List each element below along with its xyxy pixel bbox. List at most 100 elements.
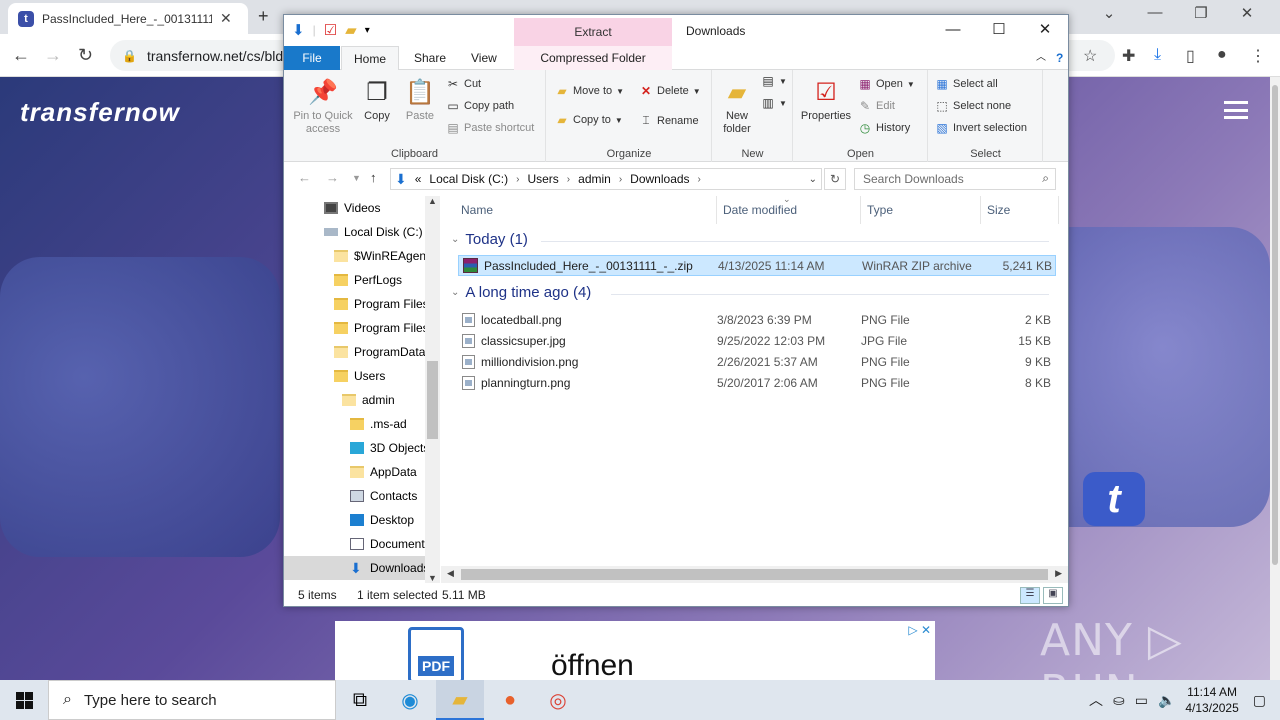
ethernet-icon[interactable]: ▭ — [1135, 692, 1148, 709]
breadcrumb-item[interactable]: Users — [527, 172, 558, 186]
transfernow-logo[interactable]: transfernow — [20, 97, 180, 128]
file-row[interactable]: milliondivision.png 2/26/2021 5:37 AM PN… — [458, 351, 1056, 372]
menu-icon[interactable]: ⋮ — [1250, 46, 1266, 66]
history-button[interactable]: ◷ History — [858, 121, 910, 135]
delete-button[interactable]: ✕ Delete ▼ — [639, 84, 701, 98]
network-icon[interactable]: ⛀ — [1113, 692, 1125, 709]
hamburger-menu-icon[interactable] — [1224, 101, 1248, 119]
nav-item-3d-objects[interactable]: 3D Objects — [284, 436, 426, 460]
ad-banner[interactable]: PDF öffnen ▷ ✕ — [335, 621, 935, 683]
large-icons-view-icon[interactable]: ▣ — [1043, 587, 1063, 604]
nav-item-documents[interactable]: Documents — [284, 532, 426, 556]
volume-icon[interactable]: 🔈 — [1158, 692, 1175, 709]
file-list-hscrollbar[interactable]: ◀ ▶ — [441, 566, 1068, 583]
nav-item-appdata[interactable]: AppData — [284, 460, 426, 484]
scroll-down-icon[interactable]: ▼ — [428, 573, 437, 583]
back-icon[interactable]: ← — [12, 45, 30, 66]
clock[interactable]: 11:14 AM 4/13/2025 — [1185, 684, 1238, 716]
tab-view[interactable]: View — [459, 46, 509, 70]
profile-icon[interactable]: ● — [1217, 46, 1227, 64]
forward-icon[interactable]: → — [326, 170, 339, 185]
easy-access-button[interactable]: ▥ ▼ — [761, 96, 787, 110]
ad-close-icon[interactable]: ▷ ✕ — [908, 623, 931, 637]
details-view-icon[interactable]: ☰ — [1020, 587, 1040, 604]
task-view-icon[interactable]: ⧉ — [336, 680, 384, 720]
breadcrumb-separator-icon[interactable]: › — [698, 174, 701, 185]
chevron-down-icon[interactable]: ⌄ — [451, 234, 459, 245]
bookmark-star-icon[interactable]: ☆ — [1083, 46, 1097, 66]
nav-pane-scrollbar[interactable]: ▲ ▼ — [425, 196, 440, 583]
file-row[interactable]: locatedball.png 3/8/2023 6:39 PM PNG Fil… — [458, 309, 1056, 330]
new-tab-button[interactable]: + — [258, 6, 269, 27]
close-button[interactable]: ✕ — [1224, 4, 1270, 22]
select-all-button[interactable]: ▦ Select all — [935, 77, 997, 91]
select-none-button[interactable]: ⬚ Select none — [935, 99, 1011, 113]
paste-shortcut-button[interactable]: ▤ Paste shortcut — [446, 121, 534, 135]
nav-item-program-files[interactable]: Program Files — [284, 292, 426, 316]
breadcrumb-item[interactable]: Downloads — [630, 172, 689, 186]
notifications-icon[interactable]: ▢ — [1253, 692, 1266, 709]
invert-selection-button[interactable]: ▧ Invert selection — [935, 121, 1027, 135]
start-button[interactable] — [0, 680, 48, 720]
refresh-button[interactable]: ↻ — [824, 168, 846, 190]
page-scrollbar[interactable] — [1270, 77, 1280, 680]
firefox-icon[interactable]: ● — [486, 680, 534, 720]
nav-item-programdata[interactable]: ProgramData — [284, 340, 426, 364]
nav-item-contacts[interactable]: Contacts — [284, 484, 426, 508]
cut-button[interactable]: ✂ Cut — [446, 77, 481, 91]
maximize-button[interactable]: ☐ — [976, 15, 1022, 45]
copy-path-button[interactable]: ▭ Copy path — [446, 99, 514, 113]
nav-item-desktop[interactable]: Desktop — [284, 508, 426, 532]
nav-item-local-disk[interactable]: Local Disk (C:) — [284, 220, 426, 244]
close-tab-icon[interactable]: ✕ — [220, 10, 232, 27]
chevron-down-icon[interactable]: ⌄ — [451, 287, 459, 298]
open-button[interactable]: ▦ Open ▼ — [858, 77, 915, 91]
scrollbar-thumb[interactable] — [461, 569, 1048, 580]
recent-locations-icon[interactable]: ▼ — [352, 173, 361, 183]
nav-item-downloads[interactable]: ⬇ Downloads — [284, 556, 426, 580]
forward-icon[interactable]: → — [44, 45, 62, 66]
nav-item-program-files-x86[interactable]: Program Files — [284, 316, 426, 340]
search-input[interactable]: Search Downloads ⌕ — [854, 168, 1056, 190]
breadcrumb-item[interactable]: Local Disk (C:) — [429, 172, 508, 186]
address-overflow[interactable]: « — [415, 172, 422, 186]
properties-button[interactable]: ☑ Properties — [798, 76, 854, 123]
edge-icon[interactable]: ◉ — [386, 680, 434, 720]
tab-home[interactable]: Home — [341, 46, 400, 71]
column-header-type[interactable]: Type — [861, 196, 981, 224]
scrollbar-thumb[interactable] — [427, 361, 438, 439]
browser-tab[interactable]: t PassIncluded_Here_-_00131111_ ✕ — [8, 3, 248, 34]
reload-icon[interactable]: ↻ — [78, 45, 93, 66]
copy-to-button[interactable]: ▰ Copy to ▼ — [555, 113, 622, 127]
tab-search-icon[interactable]: ⌄ — [1086, 4, 1132, 22]
download-arrow-icon[interactable]: ⬇ — [292, 21, 305, 39]
nav-item-ms-ad[interactable]: .ms-ad — [284, 412, 426, 436]
column-header-size[interactable]: Size — [981, 196, 1059, 224]
tab-compressed-folder-tools[interactable]: Compressed Folder Tools — [514, 46, 672, 89]
file-row[interactable]: classicsuper.jpg 9/25/2022 12:03 PM JPG … — [458, 330, 1056, 351]
tab-share[interactable]: Share — [402, 46, 458, 70]
chrome-icon[interactable]: ◎ — [534, 680, 582, 720]
customize-qat-icon[interactable]: ▾ — [365, 25, 370, 36]
close-button[interactable]: ✕ — [1022, 15, 1068, 45]
new-folder-icon[interactable]: ▰ — [345, 21, 357, 39]
nav-item-perflogs[interactable]: PerfLogs — [284, 268, 426, 292]
scroll-right-icon[interactable]: ▶ — [1055, 568, 1062, 579]
group-header-long-ago[interactable]: ⌄ A long time ago (4) — [451, 284, 1049, 301]
restore-button[interactable]: ❐ — [1178, 4, 1224, 22]
column-header-name[interactable]: Name — [455, 196, 717, 224]
scroll-left-icon[interactable]: ◀ — [447, 568, 454, 579]
move-to-button[interactable]: ▰ Move to ▼ — [555, 84, 624, 98]
up-icon[interactable]: ↑ — [370, 170, 377, 185]
minimize-button[interactable]: — — [1132, 4, 1178, 22]
nav-item-videos[interactable]: Videos — [284, 196, 426, 220]
group-header-today[interactable]: ⌄ Today (1) — [451, 231, 1049, 248]
download-icon[interactable]: ⤓ — [1154, 46, 1161, 64]
side-panel-icon[interactable]: ▯ — [1186, 46, 1195, 66]
nav-item-winreagent[interactable]: $WinREAgent — [284, 244, 426, 268]
address-dropdown-icon[interactable]: ⌄ — [809, 174, 817, 185]
paste-button[interactable]: 📋 Paste — [402, 76, 438, 123]
minimize-button[interactable]: — — [930, 15, 976, 45]
edit-button[interactable]: ✎ Edit — [858, 99, 895, 113]
site-info-icon[interactable]: 🔒 — [122, 49, 137, 63]
